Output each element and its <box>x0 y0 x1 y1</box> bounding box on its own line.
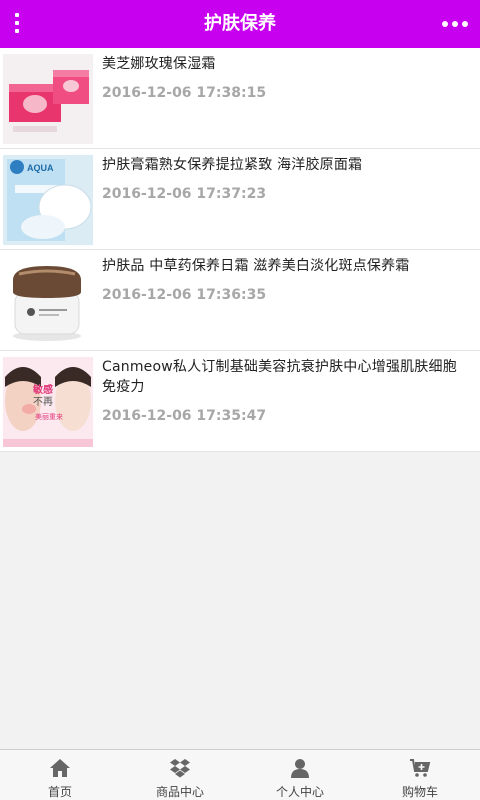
publish-date: 2016-12-06 17:35:47 <box>102 408 267 424</box>
svg-text:AQUA: AQUA <box>27 163 54 173</box>
svg-text:不再: 不再 <box>33 396 53 408</box>
top-bar: 护肤保养 <box>0 0 480 48</box>
publish-date: 2016-12-06 17:36:35 <box>102 287 267 303</box>
nav-cart[interactable]: 购物车 <box>360 750 480 800</box>
publish-date: 2016-12-06 17:37:23 <box>102 186 267 202</box>
aqua-mask-pack-image: AQUA <box>3 155 93 245</box>
home-icon <box>50 759 70 777</box>
nav-cart-label: 购物车 <box>401 785 438 799</box>
dropbox-icon <box>170 759 190 778</box>
nav-home[interactable]: 首页 <box>0 750 120 800</box>
product-name[interactable]: 护肤品 中草药保养日霜 滋养美白淡化斑点保养霜 <box>102 256 468 276</box>
page-title: 护肤保养 <box>204 13 276 34</box>
product-thumbnail[interactable] <box>3 54 93 144</box>
svg-text:敏感: 敏感 <box>32 383 53 396</box>
cream-jar-image <box>3 256 93 346</box>
product-thumbnail[interactable] <box>3 256 93 346</box>
product-name[interactable]: Canmeow私人订制基础美容抗衰护肤中心增强肌肤细胞免疫力 <box>102 357 468 397</box>
nav-home-label: 首页 <box>47 785 72 799</box>
nav-products[interactable]: 商品中心 <box>120 750 240 800</box>
rose-cream-box-image <box>3 54 93 144</box>
list-item[interactable]: 美芝娜玫瑰保湿霜 2016-12-06 17:38:15 <box>0 48 480 149</box>
nav-profile-label: 个人中心 <box>275 785 324 799</box>
skincare-banner-image: 敏感 不再 美丽重来 <box>3 357 93 447</box>
list-item[interactable]: 敏感 不再 美丽重来 Canmeow私人订制基础美容抗衰护肤中心增强肌肤细胞免疫… <box>0 351 480 452</box>
product-name[interactable]: 护肤膏霜熟女保养提拉紧致 海洋胶原面霜 <box>102 155 468 175</box>
user-icon <box>291 759 309 778</box>
horizontal-dots-more-icon[interactable] <box>442 18 468 28</box>
nav-products-label: 商品中心 <box>155 785 204 799</box>
list-item[interactable]: 护肤品 中草药保养日霜 滋养美白淡化斑点保养霜 2016-12-06 17:36… <box>0 250 480 351</box>
bottom-nav: 首页 商品中心 个人中心 购物车 <box>0 749 480 800</box>
cart-icon <box>410 759 431 777</box>
svg-text:美丽重来: 美丽重来 <box>35 412 63 421</box>
product-thumbnail[interactable]: AQUA <box>3 155 93 245</box>
product-name[interactable]: 美芝娜玫瑰保湿霜 <box>102 54 468 74</box>
nav-profile[interactable]: 个人中心 <box>240 750 360 800</box>
product-list: 美芝娜玫瑰保湿霜 2016-12-06 17:38:15 AQUA 护肤膏霜熟女… <box>0 48 480 452</box>
list-item[interactable]: AQUA 护肤膏霜熟女保养提拉紧致 海洋胶原面霜 2016-12-06 17:3… <box>0 149 480 250</box>
publish-date: 2016-12-06 17:38:15 <box>102 85 267 101</box>
product-thumbnail[interactable]: 敏感 不再 美丽重来 <box>3 357 93 447</box>
